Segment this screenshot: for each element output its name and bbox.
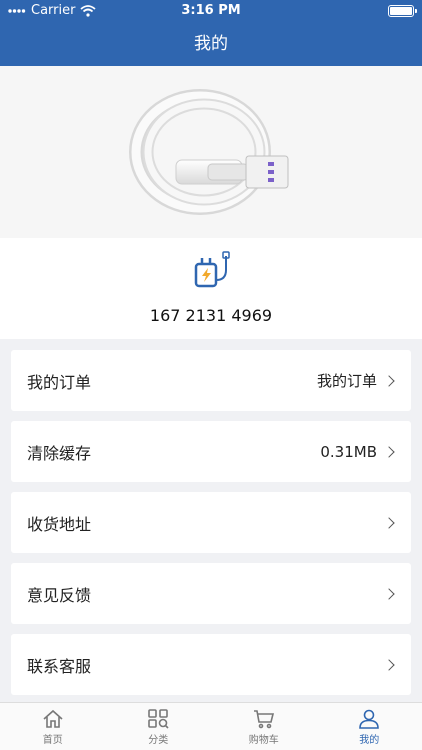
tab-bar: 首页 分类 购物车 我的 (0, 702, 422, 750)
menu-item-value: 我的订单 (316, 372, 377, 390)
nav-bar: 我的 (0, 22, 422, 66)
menu-item-label: 意见反馈 (27, 585, 92, 605)
chevron-right-icon (383, 374, 395, 387)
tab-label: 购物车 (248, 735, 279, 746)
page-title: 我的 (194, 34, 228, 54)
tab-mine[interactable]: 我的 (317, 703, 422, 750)
tab-label: 分类 (148, 735, 169, 746)
phone-number: 167 2131 4969 (149, 306, 273, 325)
tab-label: 首页 (42, 735, 63, 746)
menu-item-label: 清除缓存 (27, 443, 92, 463)
menu-item-feedback[interactable]: 意见反馈 (11, 563, 411, 624)
charger-logo-icon (194, 251, 230, 288)
status-bar: Carrier 3:16 PM (0, 0, 422, 22)
chevron-right-icon (383, 658, 395, 671)
menu-item-label: 我的订单 (27, 372, 92, 392)
settings-menu: 我的订单 我的订单 清除缓存 0.31MB 收货地址 意见反馈 联系客服 (11, 350, 411, 705)
tab-home[interactable]: 首页 (0, 703, 106, 750)
hero-banner (0, 66, 422, 238)
menu-item-support[interactable]: 联系客服 (11, 634, 411, 695)
menu-item-orders[interactable]: 我的订单 我的订单 (11, 350, 411, 411)
tab-category[interactable]: 分类 (106, 703, 212, 750)
cart-icon (253, 710, 274, 729)
clock: 3:16 PM (181, 3, 241, 18)
home-icon (43, 709, 63, 728)
usb-cable-image (129, 89, 289, 215)
battery-icon (388, 5, 417, 17)
menu-item-label: 收货地址 (27, 514, 92, 534)
chevron-right-icon (383, 445, 395, 458)
tab-label: 我的 (359, 735, 380, 746)
menu-item-address[interactable]: 收货地址 (11, 492, 411, 553)
chevron-right-icon (383, 516, 395, 529)
tab-cart[interactable]: 购物车 (211, 703, 317, 750)
chevron-right-icon (383, 587, 395, 600)
profile-card: 167 2131 4969 (0, 238, 422, 339)
category-icon (148, 709, 169, 729)
menu-item-label: 联系客服 (27, 656, 92, 676)
menu-item-clear-cache[interactable]: 清除缓存 0.31MB (11, 421, 411, 482)
user-icon (359, 709, 380, 729)
menu-item-value: 0.31MB (320, 442, 377, 461)
